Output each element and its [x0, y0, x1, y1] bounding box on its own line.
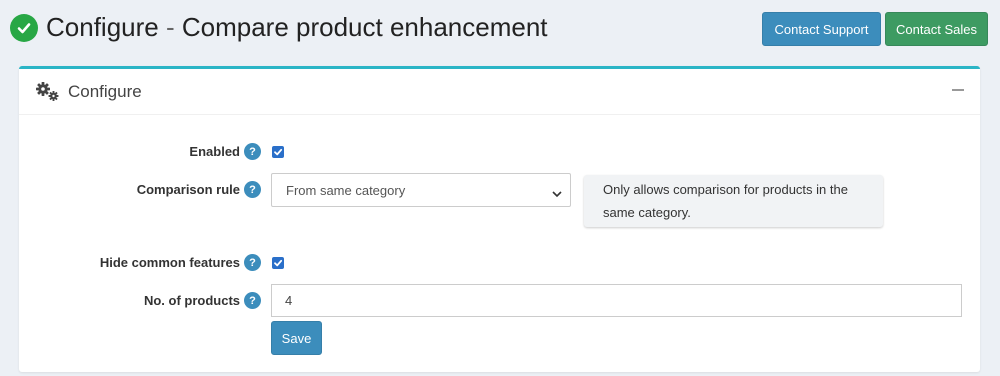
num-products-input[interactable]: 4: [271, 284, 962, 317]
num-products-help-icon[interactable]: ?: [244, 292, 261, 309]
num-products-label: No. of products: [143, 293, 240, 308]
page-title-sub: Compare product enhancement: [181, 12, 548, 42]
configure-card: Configure Enabled ? Comparison rule ? Fr…: [19, 66, 980, 372]
enabled-checkbox[interactable]: [272, 146, 284, 158]
comparison-rule-hint: Only allows comparison for products in t…: [584, 175, 883, 227]
page-title-separator: -: [158, 12, 182, 42]
page-header: Configure - Compare product enhancement …: [0, 0, 1000, 60]
contact-sales-button[interactable]: Contact Sales: [885, 12, 988, 46]
card-title: Configure: [68, 82, 142, 101]
card-header: Configure: [19, 69, 980, 115]
page-title-main: Configure: [46, 12, 159, 42]
contact-support-button[interactable]: Contact Support: [762, 12, 881, 46]
check-circle-icon: [10, 14, 38, 42]
comparison-rule-help-icon[interactable]: ?: [244, 181, 261, 198]
comparison-rule-select[interactable]: From same category: [271, 173, 571, 207]
hide-common-features-checkbox[interactable]: [272, 257, 284, 269]
hide-common-features-label: Hide common features: [99, 255, 240, 270]
page-title: Configure - Compare product enhancement: [46, 12, 548, 43]
collapse-icon[interactable]: [952, 89, 964, 91]
comparison-rule-label: Comparison rule: [136, 182, 240, 197]
chevron-down-icon: [552, 186, 562, 198]
comparison-rule-value: From same category: [286, 182, 406, 198]
enabled-help-icon[interactable]: ?: [244, 143, 261, 160]
hide-common-features-help-icon[interactable]: ?: [244, 254, 261, 271]
enabled-label: Enabled: [189, 144, 240, 159]
cogs-icon: [35, 81, 61, 103]
save-button[interactable]: Save: [271, 321, 322, 355]
